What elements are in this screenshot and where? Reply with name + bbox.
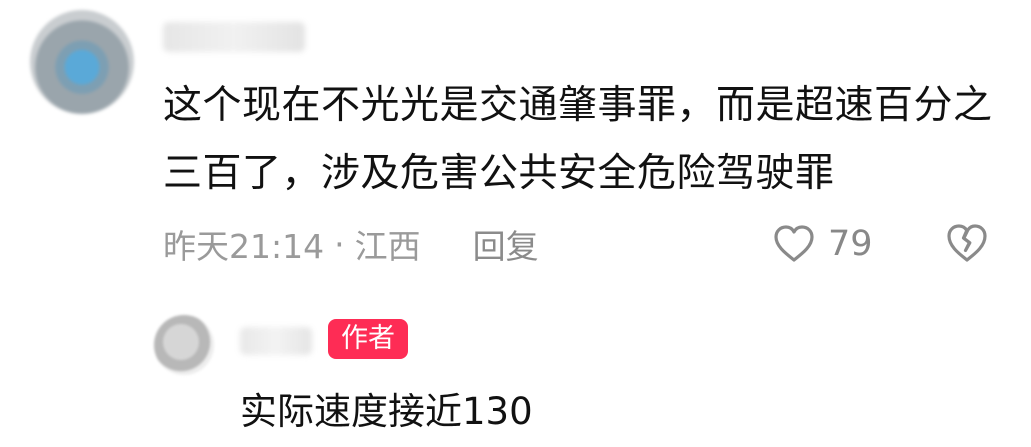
separator-dot: · <box>334 224 345 264</box>
like-button[interactable]: 79 <box>772 218 873 270</box>
comment-location: 江西 <box>354 227 421 266</box>
comment-time: 昨天21:14 <box>163 227 325 266</box>
reply-username-blurred[interactable] <box>240 327 312 355</box>
avatar[interactable] <box>30 10 134 114</box>
reply-button[interactable]: 回复 <box>473 220 539 268</box>
broken-heart-icon[interactable] <box>945 222 989 264</box>
author-reply: 作者 实际速度接近130 <box>0 300 1031 447</box>
like-count: 79 <box>828 224 873 264</box>
username-blurred[interactable] <box>163 22 305 52</box>
author-badge: 作者 <box>328 319 408 359</box>
comment-meta: 昨天21:14 · 江西 回复 <box>163 220 539 268</box>
comment-card: 这个现在不光光是交通肇事罪，而是超速百分之三百了，涉及危害公共安全危险驾驶罪 昨… <box>0 0 1031 300</box>
comment-text: 这个现在不光光是交通肇事罪，而是超速百分之三百了，涉及危害公共安全危险驾驶罪 <box>163 83 993 196</box>
heart-outline-icon <box>774 225 814 262</box>
reply-avatar[interactable] <box>154 315 214 375</box>
reply-text: 实际速度接近130 <box>240 390 533 433</box>
